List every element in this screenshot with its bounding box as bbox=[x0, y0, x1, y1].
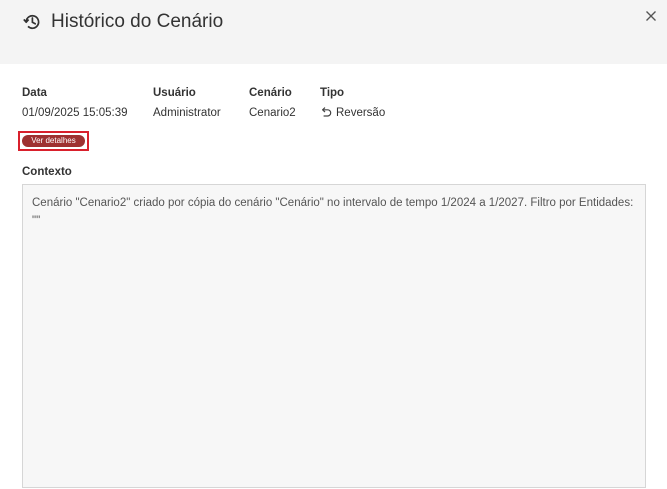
field-scenario-value: Cenario2 bbox=[249, 107, 296, 119]
field-type: Tipo Reversão bbox=[320, 87, 385, 121]
field-type-value: Reversão bbox=[336, 107, 386, 119]
undo-icon bbox=[321, 107, 332, 117]
dialog-header: Histórico do Cenário bbox=[0, 0, 667, 64]
view-details-button[interactable]: Ver detalhes bbox=[22, 135, 85, 147]
field-scenario: Cenário Cenario2 bbox=[249, 87, 296, 121]
dialog-title: Histórico do Cenário bbox=[51, 11, 224, 32]
scenario-history-dialog: Histórico do Cenário Data 01/09/2025 15:… bbox=[0, 0, 667, 489]
context-text: Cenário "Cenario2" criado por cópia do c… bbox=[22, 184, 646, 488]
field-date: Data 01/09/2025 15:05:39 bbox=[22, 87, 128, 121]
field-type-value-wrap: Reversão bbox=[320, 106, 385, 121]
field-date-value: 01/09/2025 15:05:39 bbox=[22, 107, 128, 119]
field-user-value: Administrator bbox=[153, 107, 221, 119]
history-icon bbox=[23, 14, 40, 29]
field-scenario-label: Cenário bbox=[249, 87, 292, 99]
field-user: Usuário Administrator bbox=[153, 87, 221, 121]
context-label: Contexto bbox=[22, 166, 72, 178]
field-date-label: Data bbox=[22, 87, 47, 99]
details-button-highlight: Ver detalhes bbox=[18, 131, 89, 151]
field-type-label: Tipo bbox=[320, 87, 345, 99]
field-user-label: Usuário bbox=[153, 87, 196, 99]
close-icon[interactable] bbox=[643, 8, 659, 24]
